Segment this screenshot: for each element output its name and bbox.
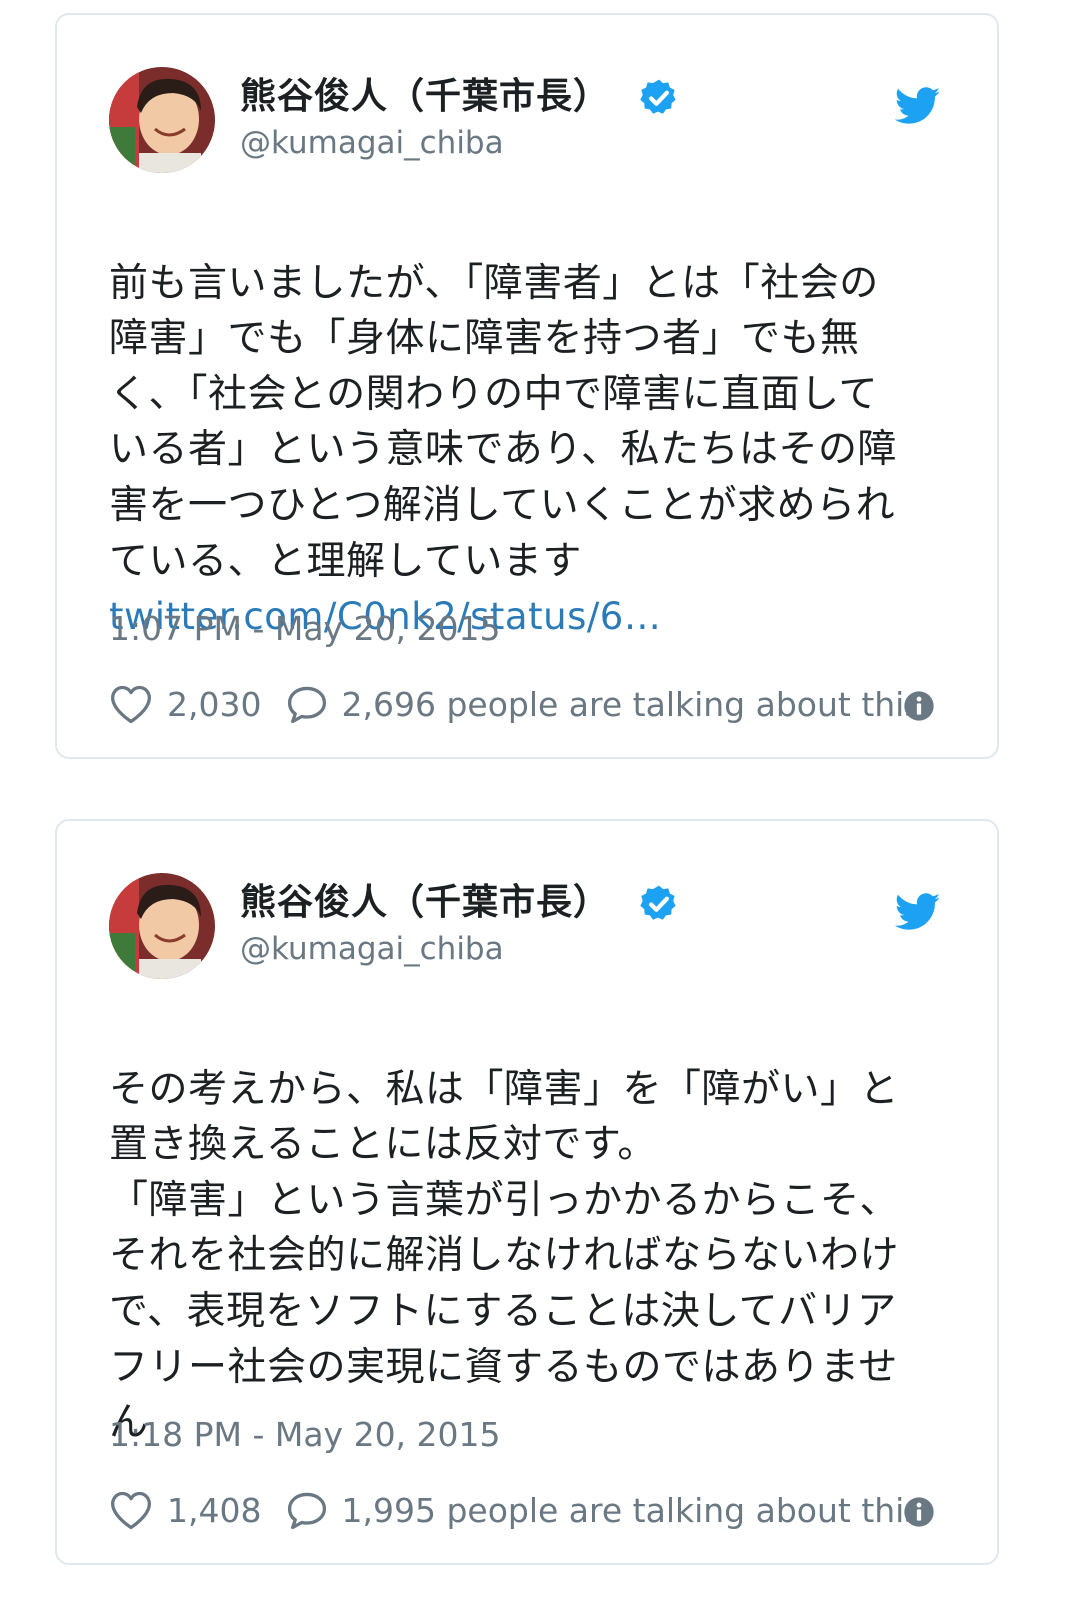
twitter-bird-icon[interactable] (895, 893, 941, 931)
heart-icon (111, 685, 151, 724)
author-handle[interactable]: @kumagai_chiba (240, 931, 680, 967)
tweet-body: その考えから、私は「障害」を「障がい」と 置き換えることには反対です。 「障害」… (109, 1006, 949, 1451)
tweet-text: その考えから、私は「障害」を「障がい」と 置き換えることには反対です。 「障害」… (109, 1066, 900, 1446)
like-action[interactable]: 2,030 (109, 683, 261, 725)
display-name-row: 熊谷俊人（千葉市長） (240, 875, 680, 923)
like-count: 2,030 (167, 684, 262, 724)
tweet-actions: 2,030 2,696 people are talking about thi… (109, 680, 945, 728)
verified-badge-icon (640, 885, 676, 920)
like-action[interactable]: 1,408 (109, 1489, 261, 1531)
tweet-header: 熊谷俊人（千葉市長） @kumagai_chiba (109, 873, 945, 981)
verified-badge-icon (640, 79, 676, 114)
tweet-header: 熊谷俊人（千葉市長） @kumagai_chiba (109, 67, 945, 175)
reply-action[interactable]: 1,995 people are talking about this (261, 1489, 922, 1531)
display-name-row: 熊谷俊人（千葉市長） (240, 69, 680, 117)
info-icon[interactable] (903, 1496, 935, 1528)
author-display-name[interactable]: 熊谷俊人（千葉市長） (240, 67, 610, 119)
tweet-actions: 1,408 1,995 people are talking about thi… (109, 1486, 945, 1534)
talking-count: 1,995 people are talking about this (341, 1490, 922, 1530)
twitter-bird-icon[interactable] (895, 87, 941, 125)
author-handle[interactable]: @kumagai_chiba (240, 125, 680, 161)
heart-icon (111, 1491, 151, 1530)
author-info: 熊谷俊人（千葉市長） @kumagai_chiba (240, 875, 680, 967)
author-display-name[interactable]: 熊谷俊人（千葉市長） (240, 873, 610, 925)
tweet-timestamp[interactable]: 1:18 PM - May 20, 2015 (109, 1415, 501, 1454)
avatar[interactable] (109, 67, 215, 173)
author-info: 熊谷俊人（千葉市長） @kumagai_chiba (240, 69, 680, 161)
reply-action[interactable]: 2,696 people are talking about this (261, 683, 922, 725)
speech-bubble-icon (288, 1492, 327, 1530)
tweet-text: 前も言いましたが、「障害者」とは「社会の 障害」でも「身体に障害を持つ者」でも無… (109, 260, 898, 584)
tweet-card[interactable]: 熊谷俊人（千葉市長） @kumagai_chiba その考えから、私は「障害」を… (55, 819, 999, 1565)
info-icon[interactable] (903, 690, 935, 722)
avatar[interactable] (109, 873, 215, 979)
tweet-timestamp[interactable]: 1:07 PM - May 20, 2015 (109, 609, 501, 648)
like-count: 1,408 (167, 1490, 262, 1530)
tweet-card[interactable]: 熊谷俊人（千葉市長） @kumagai_chiba 前も言いましたが、「障害者」… (55, 13, 999, 759)
speech-bubble-icon (288, 686, 327, 724)
talking-count: 2,696 people are talking about this (341, 684, 922, 724)
